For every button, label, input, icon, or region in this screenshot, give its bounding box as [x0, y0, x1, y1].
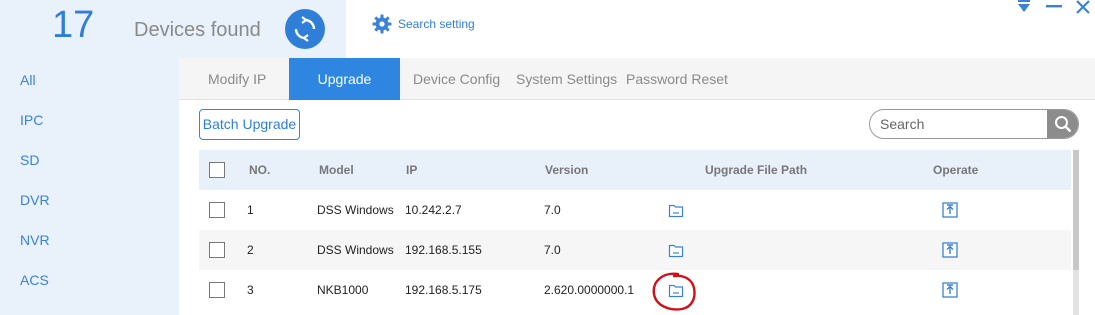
chevron-down-icon — [1018, 0, 1030, 12]
tab-upgrade[interactable]: Upgrade — [289, 58, 400, 100]
column-header-version: Version — [545, 163, 589, 177]
row-version: 7.0 — [544, 243, 561, 257]
column-header-upgrade-file-path: Upgrade File Path — [705, 163, 808, 177]
tab-system-settings[interactable]: System Settings — [516, 58, 617, 100]
row-model: DSS Windows — [317, 243, 394, 257]
scrollbar-thumb[interactable] — [1073, 150, 1079, 270]
sidebar-item-ipc[interactable]: IPC — [20, 112, 43, 128]
row-version: 2.620.0000000.1 — [544, 283, 635, 297]
sidebar-item-dvr[interactable]: DVR — [20, 192, 50, 208]
row-model: DSS Windows — [317, 203, 394, 217]
folder-icon[interactable] — [668, 202, 684, 218]
table-row[interactable]: 1 DSS Windows 10.242.2.7 7.0 — [199, 190, 1071, 230]
row-number: 2 — [247, 243, 254, 257]
device-count: 17 — [52, 4, 95, 46]
dropdown-menu-button[interactable] — [1015, 0, 1033, 14]
devices-found-label: Devices found — [134, 19, 261, 41]
table-header: NO. Model IP Version Upgrade File Path O… — [199, 150, 1071, 190]
minimize-button[interactable] — [1045, 0, 1063, 14]
close-button[interactable] — [1074, 0, 1092, 14]
search-input[interactable] — [870, 110, 1048, 138]
row-checkbox[interactable] — [209, 282, 225, 298]
column-header-model: Model — [319, 163, 354, 177]
search-box — [869, 109, 1079, 139]
column-header-operate: Operate — [933, 163, 979, 177]
column-header-no: NO. — [249, 163, 271, 177]
row-ip: 192.168.5.155 — [405, 243, 482, 257]
close-icon — [1076, 0, 1090, 14]
row-checkbox[interactable] — [209, 202, 225, 218]
table-row[interactable]: 3 NKB1000 192.168.5.175 2.620.0000000.1 — [199, 270, 1071, 310]
folder-icon[interactable] — [668, 242, 684, 258]
row-model: NKB1000 — [317, 283, 369, 297]
sidebar-item-sd[interactable]: SD — [20, 152, 39, 168]
batch-upgrade-button[interactable]: Batch Upgrade — [199, 109, 300, 140]
table-row[interactable]: 2 DSS Windows 192.168.5.155 7.0 — [199, 230, 1071, 270]
sidebar-item-acs[interactable]: ACS — [20, 272, 49, 288]
search-icon — [1054, 116, 1071, 133]
tab-modify-ip[interactable]: Modify IP — [208, 58, 266, 100]
device-table: NO. Model IP Version Upgrade File Path O… — [199, 150, 1071, 315]
row-ip: 192.168.5.175 — [405, 283, 482, 297]
function-tabs: Modify IP Upgrade Device Config System S… — [179, 58, 1095, 100]
upload-icon[interactable] — [942, 202, 958, 218]
search-setting-button[interactable]: Search setting — [372, 14, 475, 34]
tab-device-config[interactable]: Device Config — [413, 58, 500, 100]
search-button[interactable] — [1047, 110, 1078, 138]
minimize-icon — [1046, 5, 1062, 8]
upload-icon[interactable] — [942, 242, 958, 258]
upload-icon[interactable] — [942, 282, 958, 298]
select-all-checkbox[interactable] — [209, 162, 225, 178]
device-count-panel: 17 Devices found — [0, 0, 346, 58]
sidebar-item-all[interactable]: All — [20, 72, 36, 88]
column-header-ip: IP — [406, 163, 418, 177]
row-number: 3 — [247, 283, 254, 297]
row-number: 1 — [247, 203, 254, 217]
refresh-button[interactable] — [285, 9, 325, 49]
refresh-icon — [294, 16, 316, 42]
sidebar-item-nvr[interactable]: NVR — [20, 232, 50, 248]
gear-icon — [372, 14, 392, 34]
device-type-sidebar: All IPC SD DVR NVR ACS — [0, 58, 179, 315]
row-version: 7.0 — [544, 203, 561, 217]
annotation-circle — [652, 272, 696, 311]
search-setting-label: Search setting — [398, 17, 475, 31]
row-checkbox[interactable] — [209, 242, 225, 258]
row-ip: 10.242.2.7 — [405, 203, 462, 217]
table-scrollbar[interactable] — [1073, 150, 1079, 315]
tab-password-reset[interactable]: Password Reset — [626, 58, 728, 100]
